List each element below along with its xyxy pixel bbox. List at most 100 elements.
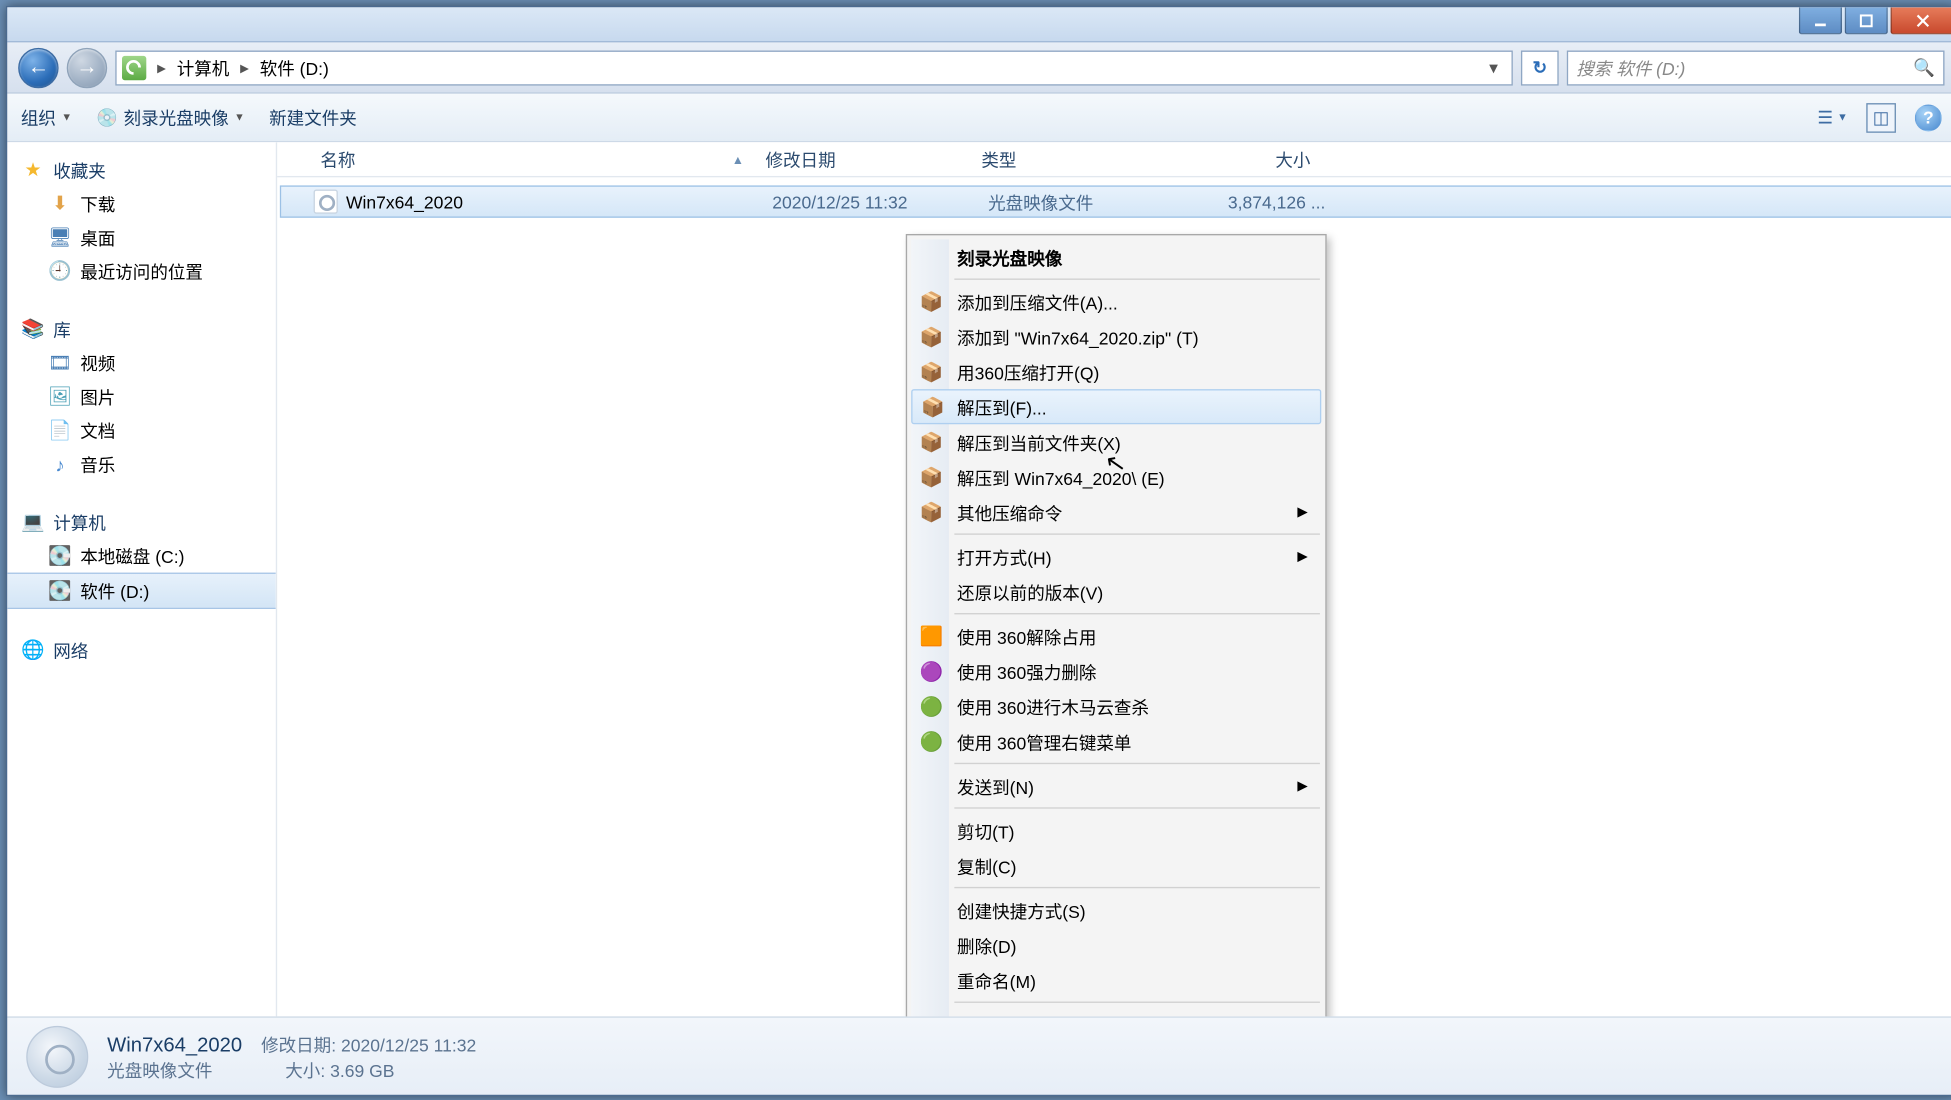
context-menu-separator [954,278,1320,279]
context-menu-item[interactable]: 打开方式(H)▶ [911,539,1321,574]
file-size: 3,874,126 ... [1190,191,1325,211]
sidebar-downloads[interactable]: ⬇下载 [7,187,275,221]
breadcrumb-computer[interactable]: 计算机 [171,55,234,81]
menu-item-icon: 🟢 [919,694,943,718]
star-icon: ★ [21,158,45,182]
music-icon: ♪ [48,452,72,476]
chevron-right-icon: ▶ [1297,549,1307,564]
menu-item-label: 添加到 "Win7x64_2020.zip" (T) [957,324,1198,350]
sidebar-computer[interactable]: 💻计算机 [7,505,275,539]
context-menu-item[interactable]: 📦解压到当前文件夹(X) [911,424,1321,459]
context-menu-item[interactable]: 📦解压到 Win7x64_2020\ (E) [911,459,1321,494]
details-pane: Win7x64_2020 修改日期: 2020/12/25 11:32 光盘映像… [7,1016,1951,1094]
column-name[interactable]: 名称▲ [310,146,755,172]
forward-button[interactable]: → [67,47,107,87]
drive-icon: 💽 [48,544,72,568]
file-date: 2020/12/25 11:32 [772,191,988,211]
chevron-right-icon: ▸ [235,57,255,79]
explorer-window: ← → ▸ 计算机 ▸ 软件 (D:) ▾ ↻ 搜索 软件 (D:) 🔍 组织▼… [6,6,1951,1096]
chevron-right-icon: ▶ [1297,504,1307,519]
context-menu-item[interactable]: 🟢使用 360管理右键菜单 [911,724,1321,759]
details-filename: Win7x64_2020 [107,1033,242,1056]
new-folder-button[interactable]: 新建文件夹 [269,104,357,130]
sidebar-videos[interactable]: 🎞视频 [7,346,275,380]
context-menu-item[interactable]: 🟣使用 360强力删除 [911,654,1321,689]
context-menu-item[interactable]: 创建快捷方式(S) [911,892,1321,927]
sidebar-documents[interactable]: 📄文档 [7,413,275,447]
sort-asc-icon: ▲ [732,152,744,165]
sidebar-favorites[interactable]: ★收藏夹 [7,153,275,187]
menu-item-label: 解压到 Win7x64_2020\ (E) [957,464,1165,490]
context-menu-separator [954,1002,1320,1003]
address-bar[interactable]: ▸ 计算机 ▸ 软件 (D:) ▾ [115,50,1513,85]
menu-item-icon: 📦 [921,395,945,419]
context-menu-item[interactable]: 📦添加到 "Win7x64_2020.zip" (T) [911,319,1321,354]
disc-icon: 💿 [96,107,118,129]
menu-item-label: 用360压缩打开(Q) [957,359,1099,385]
context-menu-item[interactable]: 📦 用360压缩打开(Q) [911,354,1321,389]
context-menu-item[interactable]: 🟢使用 360进行木马云查杀 [911,689,1321,724]
refresh-button[interactable]: ↻ [1521,50,1559,85]
sidebar-pictures[interactable]: 🖼图片 [7,380,275,414]
context-menu-item[interactable]: 删除(D) [911,927,1321,962]
chevron-right-icon: ▶ [1297,778,1307,793]
menu-item-icon: 📦 [919,359,943,383]
context-menu-item[interactable]: 📦 解压到(F)... [911,389,1321,424]
context-menu-item[interactable]: 还原以前的版本(V) [911,574,1321,609]
sidebar-drive-d[interactable]: 💽软件 (D:) [7,573,275,609]
context-menu-separator [954,887,1320,888]
sidebar-drive-c[interactable]: 💽本地磁盘 (C:) [7,539,275,573]
search-icon: 🔍 [1913,57,1935,79]
main-area: ★收藏夹 ⬇下载 🖥桌面 🕘最近访问的位置 📚库 🎞视频 🖼图片 📄文档 ♪音乐… [7,142,1951,1016]
context-menu-item[interactable]: 📦添加到压缩文件(A)... [911,284,1321,319]
menu-item-label: 解压到(F)... [957,394,1047,420]
context-menu-item[interactable]: 📦其他压缩命令▶ [911,494,1321,529]
address-dropdown-icon[interactable]: ▾ [1481,57,1506,79]
libraries-icon: 📚 [21,317,45,341]
sidebar-music[interactable]: ♪音乐 [7,447,275,481]
context-menu-item[interactable]: 复制(C) [911,848,1321,883]
context-menu-item[interactable]: 重命名(M) [911,962,1321,997]
column-type[interactable]: 类型 [971,146,1173,172]
menu-item-label: 刻录光盘映像 [957,244,1062,270]
context-menu-item[interactable]: 属性(R) [911,1007,1321,1016]
column-size[interactable]: 大小 [1173,146,1321,172]
menu-item-icon: 📦 [919,430,943,454]
burn-image-button[interactable]: 💿 刻录光盘映像▼ [96,104,245,130]
search-placeholder: 搜索 软件 (D:) [1576,55,1685,81]
menu-item-icon: 🟣 [919,659,943,683]
sidebar-desktop[interactable]: 🖥桌面 [7,220,275,254]
recent-icon: 🕘 [48,259,72,283]
menu-item-label: 发送到(N) [957,773,1034,799]
desktop-icon: 🖥 [48,225,72,249]
back-button[interactable]: ← [18,47,58,87]
view-options-button[interactable]: ☰▼ [1818,102,1848,132]
context-menu-item[interactable]: 🟧使用 360解除占用 [911,618,1321,653]
help-button[interactable]: ? [1915,104,1942,131]
downloads-icon: ⬇ [48,191,72,215]
context-menu-item[interactable]: 发送到(N) ▶ [911,768,1321,803]
context-menu-item[interactable]: 刻录光盘映像 [911,239,1321,274]
details-type: 光盘映像文件 [107,1056,212,1082]
sidebar-libraries[interactable]: 📚库 [7,312,275,346]
details-size: 3.69 GB [330,1060,394,1080]
menu-item-icon: 📦 [919,500,943,524]
maximize-button[interactable] [1845,7,1888,34]
preview-pane-button[interactable]: ◫ [1866,102,1896,132]
column-date[interactable]: 修改日期 [755,146,971,172]
menu-item-label: 重命名(M) [957,967,1036,993]
minimize-button[interactable] [1799,7,1842,34]
file-name: Win7x64_2020 [346,191,772,211]
close-button[interactable] [1891,7,1951,34]
context-menu-separator [954,533,1320,534]
context-menu-separator [954,807,1320,808]
context-menu-item[interactable]: 剪切(T) [911,813,1321,848]
search-input[interactable]: 搜索 软件 (D:) 🔍 [1567,50,1945,85]
breadcrumb-drive[interactable]: 软件 (D:) [254,55,334,81]
sidebar-network[interactable]: 🌐网络 [7,633,275,667]
menu-item-icon: 🟧 [919,624,943,648]
organize-button[interactable]: 组织▼ [21,104,72,130]
file-row[interactable]: Win7x64_2020 2020/12/25 11:32 光盘映像文件 3,8… [280,185,1951,217]
sidebar-recent[interactable]: 🕘最近访问的位置 [7,254,275,288]
menu-item-label: 复制(C) [957,852,1016,878]
